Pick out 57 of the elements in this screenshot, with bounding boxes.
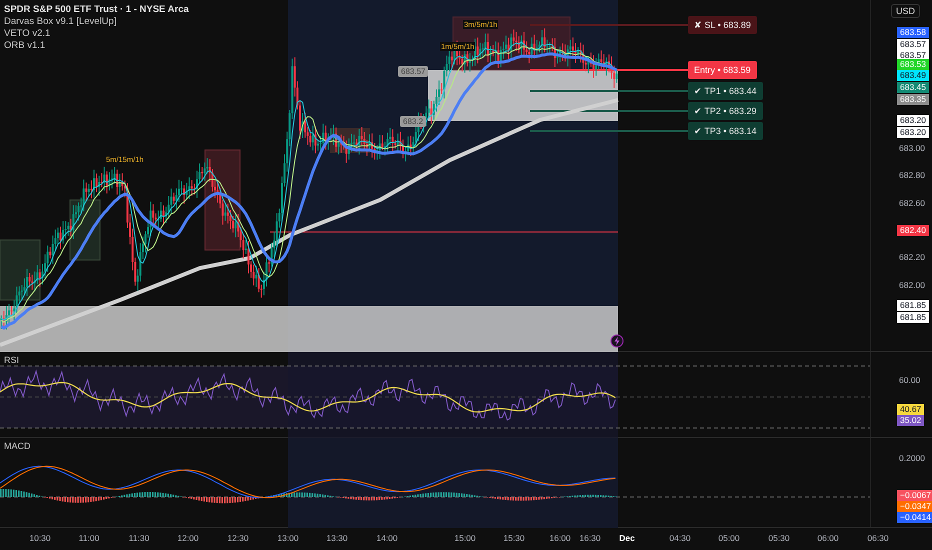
pane-title: RSI [4,355,20,365]
trade-level-label: ✔ TP3 • 683.14 [688,122,763,140]
time-label: 12:00 [177,533,199,543]
price-tag: 683.57 [398,66,428,77]
rsi-tick: 60.00 [899,375,920,385]
trade-level-label: Entry • 683.59 [688,61,757,79]
rsi-value-tag: 40.67 [897,404,924,415]
macd-value-tag: −0.0347 [897,501,932,512]
price-tick: 682.20 [899,252,925,262]
time-label: 16:30 [579,533,601,543]
price-tag: 683.57 [897,39,929,50]
time-label: 15:00 [454,533,476,543]
currency-label[interactable]: USD [891,4,920,18]
time-label: 06:00 [817,533,839,543]
price-tag: 681.85 [897,312,929,323]
price-tag: 682.40 [897,225,929,236]
time-label: 15:30 [503,533,525,543]
price-tag: 683.49 [897,70,929,81]
time-label: 05:30 [768,533,790,543]
pane-title: MACD [4,441,30,451]
trade-level-label: ✔ TP1 • 683.44 [688,82,763,100]
time-label: 13:30 [326,533,348,543]
macd-tick: 0.2000 [899,453,925,463]
time-label: 06:30 [867,533,889,543]
price-tag: 683.2 [400,116,426,127]
time-label: 05:00 [718,533,740,543]
trade-level-label: ✔ TP2 • 683.29 [688,102,763,120]
time-label: 13:00 [277,533,299,543]
price-tick: 682.60 [899,198,925,208]
price-tick: 682.80 [899,170,925,180]
price-tag: 683.58 [897,27,929,38]
trade-level-label: ✘ SL • 683.89 [688,16,757,34]
macd-value-tag: −0.0414 [897,512,932,523]
price-tag: 683.20 [897,115,929,126]
price-tag: 683.20 [897,127,929,138]
time-label: 10:30 [29,533,51,543]
range-box [0,240,40,300]
price-tag: 683.35 [897,94,929,105]
price-tag: 681.85 [897,300,929,311]
indicator-label: VETO v2.1 [4,28,52,39]
rsi-value-tag: 35.02 [897,415,924,426]
time-label: Dec [619,533,635,543]
price-tick: 682.00 [899,280,925,290]
price-tick: 683.00 [899,143,925,153]
time-label: 11:00 [78,533,100,543]
time-label: 14:00 [376,533,398,543]
indicator-label: ORB v1.1 [4,40,46,51]
time-label: 11:30 [128,533,150,543]
indicator-label: Darvas Box v9.1 [LevelUp] [4,16,118,27]
price-tag: 683.45 [897,82,929,93]
lightning-icon[interactable] [610,334,624,348]
symbol-title: SPDR S&P 500 ETF Trust · 1 - NYSE Arca [4,4,189,15]
macd-value-tag: −0.0067 [897,490,932,501]
price-tag: 683.53 [897,59,929,70]
time-label: 12:30 [227,533,249,543]
time-label: 16:00 [549,533,571,543]
time-label: 04:30 [669,533,691,543]
